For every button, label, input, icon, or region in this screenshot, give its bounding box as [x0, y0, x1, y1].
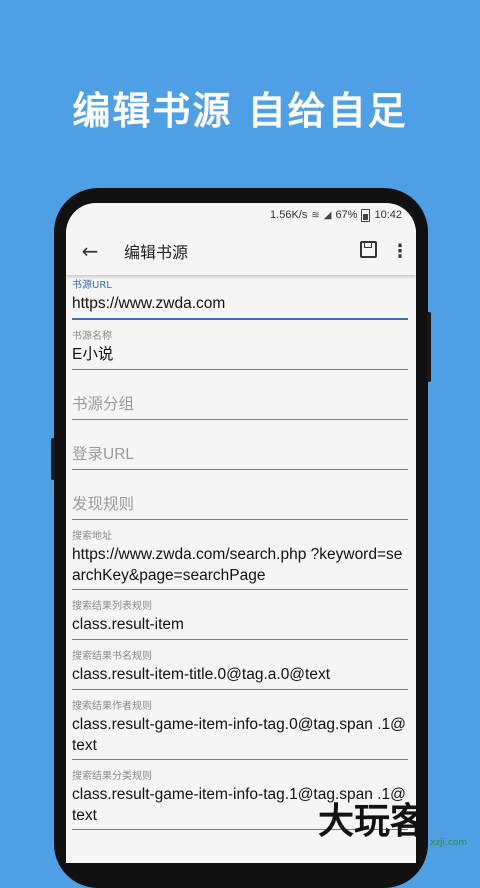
signal-icon: ◢	[323, 209, 332, 221]
field-source-group: 书源分组	[72, 394, 408, 420]
source-url-input[interactable]: https://www.zwda.com	[72, 293, 408, 320]
source-edit-form: 书源URL https://www.zwda.com 书源名称 E小说 书源分组…	[66, 275, 416, 830]
phone-power-button	[427, 312, 431, 382]
watermark-logo: 大玩客	[318, 801, 427, 842]
phone-side-button	[51, 438, 55, 480]
wifi-icon: ≋	[311, 209, 320, 221]
field-source-name: 书源名称 E小说	[72, 330, 408, 370]
back-arrow-icon[interactable]: ←	[68, 239, 112, 263]
status-bar: 1.56K/s ≋ ◢ 67% 10:42	[66, 203, 416, 227]
field-search-author-rule: 搜索结果作者规则 class.result-game-item-info-tag…	[72, 700, 408, 760]
app-screen: 1.56K/s ≋ ◢ 67% 10:42 ← 编辑书源 ⋮ 书源URL htt…	[66, 203, 416, 863]
search-author-rule-input[interactable]: class.result-game-item-info-tag.0@tag.sp…	[72, 714, 408, 760]
field-label: 搜索结果作者规则	[72, 701, 152, 712]
explore-rule-input[interactable]: 发现规则	[72, 494, 408, 520]
login-url-input[interactable]: 登录URL	[72, 444, 408, 470]
more-options-button[interactable]: ⋮	[384, 242, 416, 261]
battery-icon	[361, 208, 371, 222]
save-button[interactable]	[352, 240, 384, 262]
search-list-rule-input[interactable]: class.result-item	[72, 614, 408, 640]
field-explore-rule: 发现规则	[72, 494, 408, 520]
field-label: 搜索结果分类规则	[72, 771, 152, 782]
watermark-site: xzji.com	[430, 838, 468, 848]
field-search-url: 搜索地址 https://www.zwda.com/search.php ?ke…	[72, 530, 408, 590]
field-search-name-rule: 搜索结果书名规则 class.result-item-title.0@tag.a…	[72, 650, 408, 690]
field-source-url: 书源URL https://www.zwda.com	[72, 279, 408, 320]
toolbar-title: 编辑书源	[124, 243, 189, 262]
field-login-url: 登录URL	[72, 444, 408, 470]
search-url-input[interactable]: https://www.zwda.com/search.php ?keyword…	[72, 544, 408, 590]
search-name-rule-input[interactable]: class.result-item-title.0@tag.a.0@text	[72, 664, 408, 690]
toolbar: ← 编辑书源 ⋮	[66, 227, 416, 275]
save-icon	[359, 240, 377, 258]
field-label: 搜索地址	[72, 531, 112, 542]
clock: 10:42	[374, 209, 402, 221]
more-vert-icon: ⋮	[391, 240, 409, 262]
field-label: 搜索结果书名规则	[72, 651, 152, 662]
network-speed: 1.56K/s	[270, 209, 308, 221]
field-label: 书源URL	[72, 280, 112, 291]
field-search-list-rule: 搜索结果列表规则 class.result-item	[72, 600, 408, 640]
promo-title: 编辑书源 自给自足	[72, 89, 408, 133]
field-label: 书源名称	[72, 331, 112, 342]
field-label: 搜索结果列表规则	[72, 601, 152, 612]
source-group-input[interactable]: 书源分组	[72, 394, 408, 420]
source-name-input[interactable]: E小说	[72, 344, 408, 370]
battery-percent: 67%	[335, 209, 358, 221]
